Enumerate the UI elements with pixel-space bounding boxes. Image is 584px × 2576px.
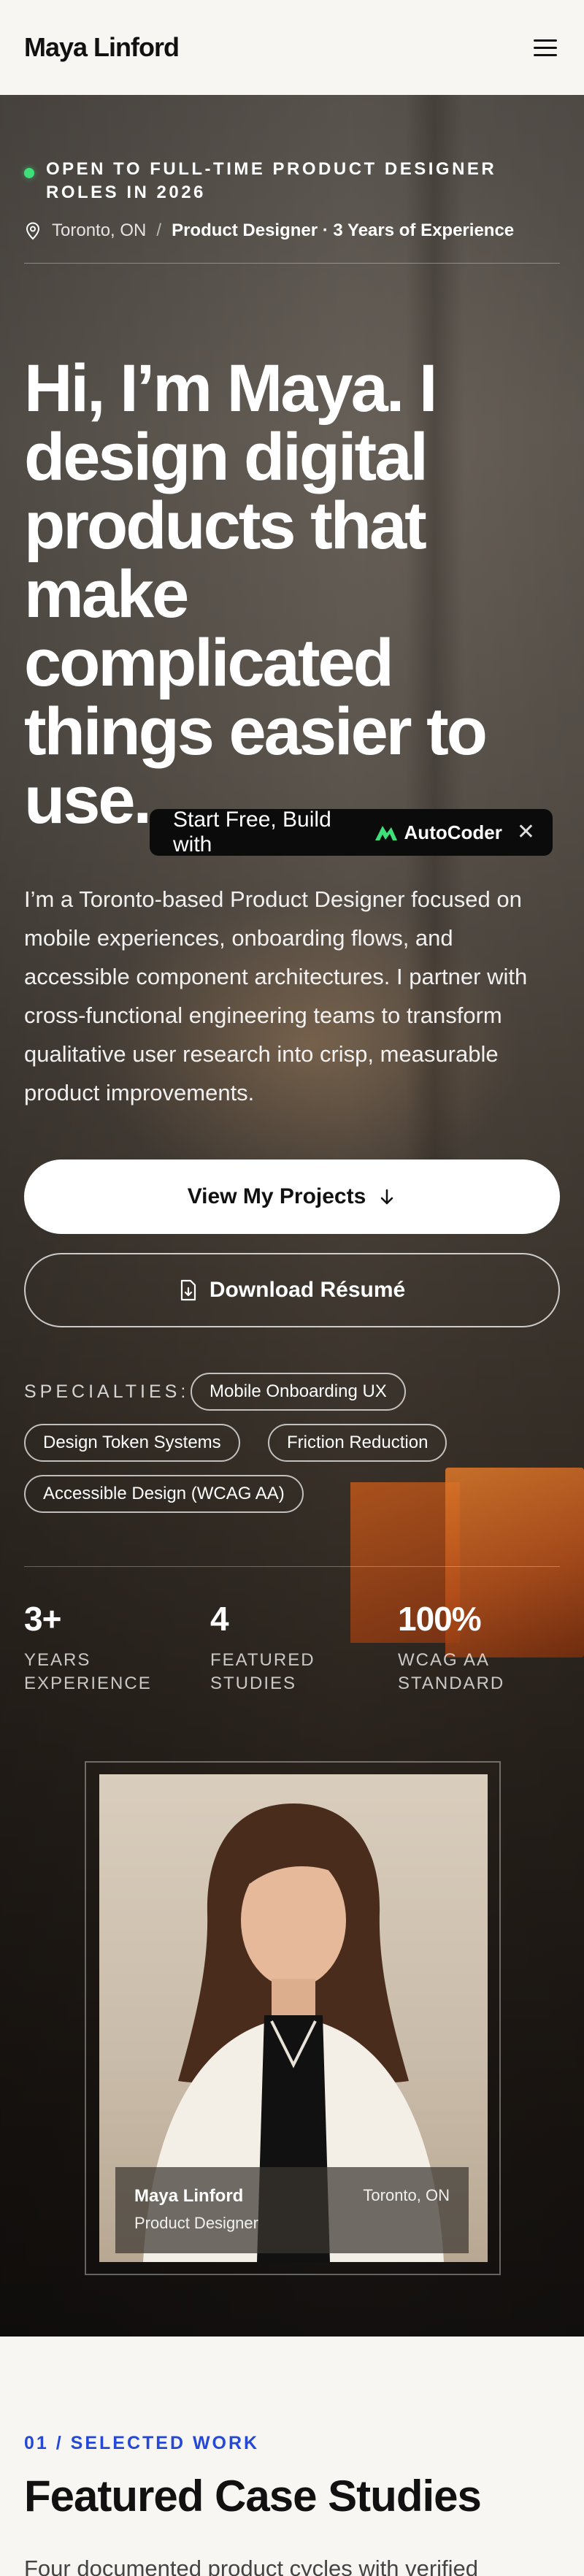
close-icon[interactable]: ✕ <box>517 821 535 843</box>
autocoder-logo-icon <box>374 826 397 840</box>
document-download-icon <box>180 1279 196 1301</box>
portrait-photo: Maya Linford Product Designer Toronto, O… <box>99 1774 488 2262</box>
section-title: Featured Case Studies <box>24 2472 482 2521</box>
promo-logo-name: AutoCoder <box>404 821 502 843</box>
location-text: Toronto, ON <box>52 221 147 240</box>
specialty-chip: Mobile Onboarding UX <box>191 1373 406 1411</box>
specialty-chip: Design Token Systems <box>24 1424 240 1462</box>
hero-section: OPEN TO FULL-TIME PRODUCT DESIGNER ROLES… <box>0 95 584 2337</box>
status-text: OPEN TO FULL-TIME PRODUCT DESIGNER ROLES… <box>46 159 497 202</box>
caption-name: Maya Linford <box>134 2186 244 2206</box>
stat-value: 4 <box>210 1600 229 1638</box>
specialty-chip: Accessible Design (WCAG AA) <box>24 1475 304 1513</box>
caption-location: Toronto, ON <box>363 2186 450 2204</box>
stat-label: YEARS EXPERIENCE <box>24 1650 152 1693</box>
stat-value: 100% <box>398 1600 482 1638</box>
stat-label: WCAG AA STANDARD <box>398 1650 505 1693</box>
promo-logo: AutoCoder <box>374 821 502 844</box>
meta-row: Toronto, ON / Product Designer · 3 Years… <box>24 221 514 241</box>
arrow-down-icon <box>381 1189 393 1205</box>
section-description: Four documented product cycles with veri… <box>24 2556 479 2576</box>
view-projects-button[interactable]: View My Projects <box>24 1159 560 1234</box>
portrait-frame: Maya Linford Product Designer Toronto, O… <box>85 1761 501 2275</box>
portrait-caption-card: Maya Linford Product Designer Toronto, O… <box>115 2167 469 2253</box>
divider <box>24 263 560 264</box>
caption-role: Product Designer <box>134 2214 258 2232</box>
role-text: Product Designer · 3 Years of Experience <box>172 221 515 240</box>
section-eyebrow: 01 / SELECTED WORK <box>24 2433 260 2453</box>
download-resume-label: Download Résumé <box>209 1278 406 1302</box>
stat-value: 3+ <box>24 1600 61 1638</box>
stat-label: FEATURED STUDIES <box>210 1650 315 1693</box>
hamburger-menu-icon[interactable] <box>531 33 560 62</box>
promo-banner[interactable]: Start Free, Build with AutoCoder ✕ <box>150 808 553 856</box>
status-dot-icon <box>24 168 34 178</box>
meta-separator: / <box>156 221 162 240</box>
promo-text: Start Free, Build with <box>173 808 331 856</box>
brand-name[interactable]: Maya Linford <box>24 32 180 63</box>
stat-years: 3+ YEARS EXPERIENCE <box>24 1599 155 1695</box>
site-header: Maya Linford <box>0 0 584 95</box>
location-pin-icon <box>26 222 40 240</box>
hero-description: I’m a Toronto-based Product Designer foc… <box>24 886 528 1105</box>
divider <box>24 1566 560 1567</box>
hero-title: Hi, I’m Maya. I design digital products … <box>24 351 488 837</box>
specialty-chip: Friction Reduction <box>268 1424 447 1462</box>
specialties-label: SPECIALTIES: <box>24 1381 190 1402</box>
work-section: 01 / SELECTED WORK Featured Case Studies… <box>0 2337 584 2576</box>
stat-wcag: 100% WCAG AA STANDARD <box>398 1599 515 1695</box>
stat-studies: 4 FEATURED STUDIES <box>210 1599 320 1695</box>
view-projects-label: View My Projects <box>187 1184 366 1208</box>
download-resume-button[interactable]: Download Résumé <box>24 1253 560 1327</box>
availability-status: OPEN TO FULL-TIME PRODUCT DESIGNER ROLES… <box>24 158 550 204</box>
